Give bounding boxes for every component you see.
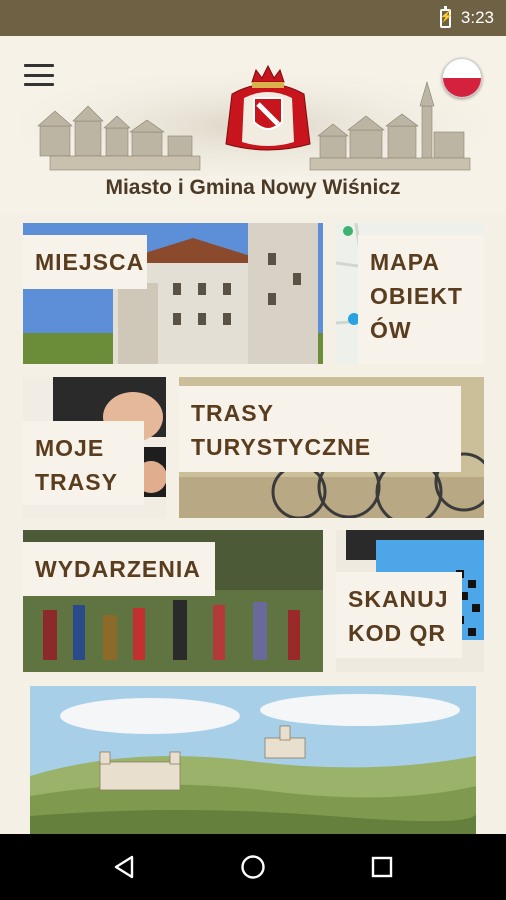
home-button[interactable] xyxy=(233,847,273,887)
landscape-illustration xyxy=(30,686,476,834)
recents-icon xyxy=(371,856,392,878)
app-header: Miasto i Gmina Nowy Wiśnicz xyxy=(0,36,506,214)
tile-miejsca-label: MIEJSCA xyxy=(23,235,147,289)
navigation-bar xyxy=(0,834,506,900)
tile-moje-trasy[interactable]: MOJE TRASY xyxy=(23,377,166,518)
app-title: Miasto i Gmina Nowy Wiśnicz xyxy=(105,176,401,199)
battery-icon xyxy=(439,5,454,28)
tile-moje-label: MOJE TRASY xyxy=(23,421,144,505)
language-flag-button[interactable] xyxy=(442,58,482,98)
tile-mapa-obiektow[interactable]: MAPA OBIEKT ÓW xyxy=(336,223,484,364)
tile-trasy-label: TRASY TURYSTYCZNE xyxy=(179,386,461,472)
tile-miejsca[interactable]: MIEJSCA xyxy=(23,223,323,364)
back-button[interactable] xyxy=(104,847,144,887)
menu-button[interactable] xyxy=(24,64,54,86)
tile-skanuj-kod-qr[interactable]: SKANUJ KOD QR xyxy=(336,530,484,672)
tile-skanuj-label: SKANUJ KOD QR xyxy=(336,572,462,658)
tile-mapa-label: MAPA OBIEKT ÓW xyxy=(358,235,484,364)
coat-of-arms-icon xyxy=(225,64,311,151)
hamburger-icon xyxy=(24,64,54,67)
tile-wydarzenia[interactable]: WYDARZENIA xyxy=(23,530,323,672)
back-icon xyxy=(115,855,134,879)
tile-wydarzenia-label: WYDARZENIA xyxy=(23,542,215,596)
recents-button[interactable] xyxy=(362,847,402,887)
tile-trasy-turystyczne[interactable]: TRASY TURYSTYCZNE xyxy=(179,377,484,518)
home-icon xyxy=(241,855,265,879)
status-time: 3:23 xyxy=(460,8,494,27)
status-bar: 3:23 xyxy=(0,0,506,36)
